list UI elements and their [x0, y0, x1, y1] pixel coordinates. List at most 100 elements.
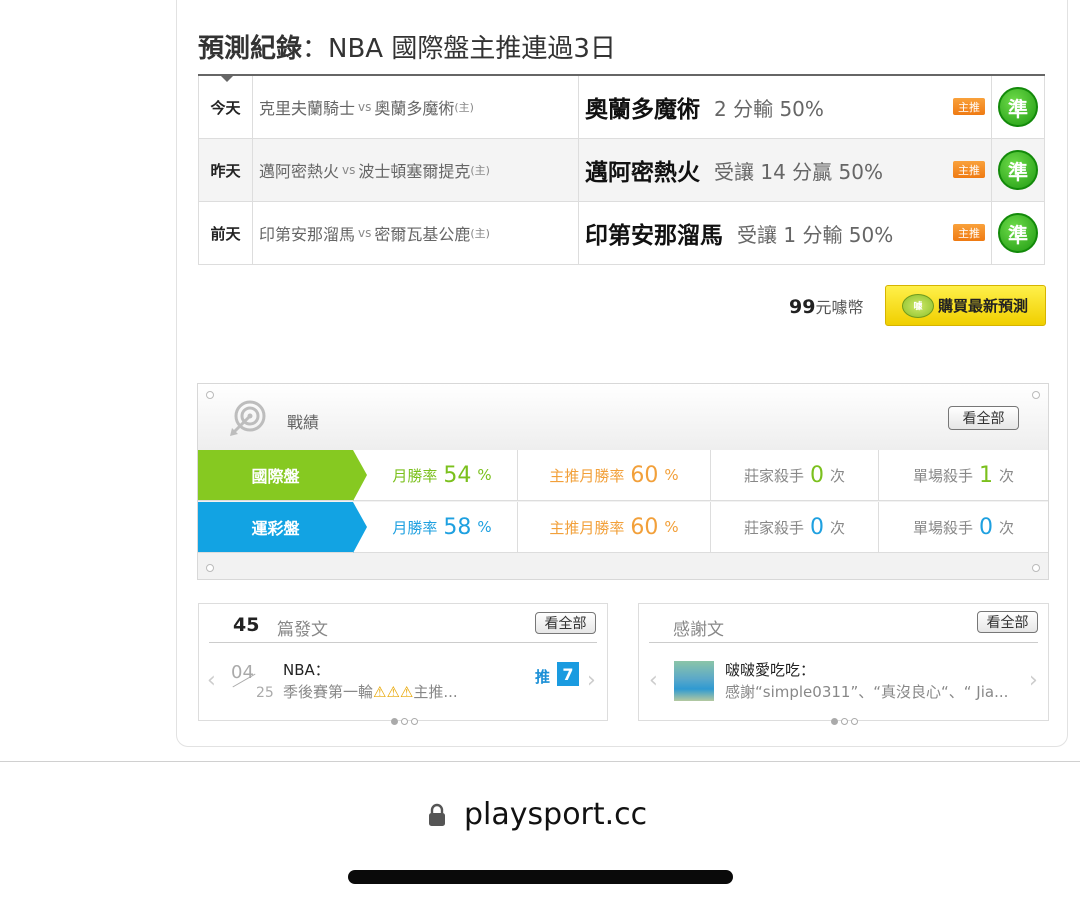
record-label-text: 運彩盤	[251, 519, 300, 538]
pick-detail: 2 分輸 50%	[714, 96, 824, 121]
away-team: 印第安那溜馬	[259, 225, 356, 244]
record-view-all-button[interactable]: 看全部	[948, 406, 1019, 430]
banker-killer: 莊家殺手 0 次	[711, 502, 879, 552]
page-title: 預測紀錄：NBA 國際盤主推連過3日	[198, 28, 616, 65]
price-label: 99元噱幣	[789, 294, 863, 318]
record-row-international: 國際盤 月勝率 54% 主推月勝率 60% 莊家殺手 0 次 單場殺手 1 次	[198, 450, 1048, 501]
address-bar-url[interactable]: playsport.cc	[464, 797, 647, 832]
pct-unit: %	[664, 518, 679, 536]
single-label: 單場殺手	[912, 518, 973, 537]
away-team: 克里夫蘭騎士	[259, 99, 356, 118]
left-margin	[0, 0, 176, 760]
vs-label: vs	[358, 226, 372, 240]
prediction-pick: 印第安那溜馬 受讓 1 分輸 50% 主推	[579, 202, 992, 264]
prediction-result: 準	[992, 202, 1044, 264]
browser-bottom-bar	[0, 762, 1080, 906]
correct-badge-icon: 準	[998, 150, 1038, 190]
record-label: 運彩盤	[198, 502, 367, 553]
pager-dot-icon[interactable]	[411, 718, 418, 725]
main-month-win-rate: 主推月勝率 60%	[518, 450, 711, 500]
banker-killer: 莊家殺手 0 次	[711, 450, 879, 500]
buy-button-label: 購買最新預測	[938, 297, 1029, 315]
main-pick-badge: 主推	[953, 161, 985, 178]
prediction-match[interactable]: 邁阿密熱火 vs 波士頓塞爾提克 (主)	[253, 139, 579, 201]
pager-dot-icon[interactable]	[401, 718, 408, 725]
pct-unit: %	[477, 466, 492, 484]
coin-icon: 噱	[902, 293, 934, 318]
main-win-value: 60	[630, 514, 659, 540]
thanks-view-all-button[interactable]: 看全部	[977, 611, 1038, 633]
record-panel: 戰績 看全部 國際盤 月勝率 54% 主推月勝率 60% 莊家殺手 0 次 單場殺手 1 次…	[197, 383, 1049, 580]
record-title: 戰績	[287, 413, 320, 432]
prediction-day: 今天	[199, 76, 253, 138]
prediction-day: 昨天	[199, 139, 253, 201]
times-unit: 次	[830, 466, 846, 485]
chevron-right-icon[interactable]: ›	[1029, 668, 1038, 693]
chevron-right-icon[interactable]: ›	[587, 668, 596, 693]
times-unit: 次	[999, 518, 1015, 537]
home-indicator[interactable]	[348, 870, 733, 884]
record-row-sports-lottery: 運彩盤 月勝率 58% 主推月勝率 60% 莊家殺手 0 次 單場殺手 0 次	[198, 502, 1048, 553]
prediction-match[interactable]: 印第安那溜馬 vs 密爾瓦基公鹿 (主)	[253, 202, 579, 264]
prediction-match[interactable]: 克里夫蘭騎士 vs 奧蘭多魔術 (主)	[253, 76, 579, 138]
post-subtitle-prefix: 季後賽第一輪	[283, 683, 374, 701]
posts-view-all-button[interactable]: 看全部	[535, 612, 596, 634]
corner-dot	[206, 564, 214, 572]
prediction-pick: 奧蘭多魔術 2 分輸 50% 主推	[579, 76, 992, 138]
home-mark: (主)	[470, 164, 490, 177]
post-subtitle[interactable]: 季後賽第一輪⚠⚠⚠主推...	[283, 681, 458, 702]
pick-detail: 受讓 14 分贏 50%	[714, 159, 883, 184]
prediction-result: 準	[992, 76, 1044, 138]
home-team: 波士頓塞爾提克	[358, 162, 471, 181]
thanks-user[interactable]: 啵啵愛吃吃：	[725, 659, 815, 680]
vs-label: vs	[358, 100, 372, 114]
pager-dot-icon[interactable]	[391, 718, 398, 725]
home-mark: (主)	[470, 227, 490, 240]
user-avatar[interactable]	[674, 661, 714, 701]
month-win-value: 54	[443, 462, 472, 488]
posts-header: 45 篇發文 看全部	[209, 604, 597, 643]
thanks-title: 感謝文	[673, 620, 724, 640]
table-pointer-icon	[220, 75, 234, 82]
banker-value: 0	[810, 514, 824, 540]
post-subtitle-suffix: 主推...	[413, 683, 458, 701]
lock-icon	[429, 803, 445, 826]
pick-team: 邁阿密熱火	[585, 160, 700, 186]
record-header: 戰績 看全部	[198, 384, 1048, 451]
post-count-label: 篇發文	[277, 620, 328, 640]
banker-label: 莊家殺手	[743, 466, 804, 485]
posts-pager	[391, 718, 418, 725]
banker-value: 0	[810, 462, 824, 488]
single-killer: 單場殺手 1 次	[879, 450, 1048, 500]
prediction-row: 前天 印第安那溜馬 vs 密爾瓦基公鹿 (主) 印第安那溜馬 受讓 1 分輸 5…	[198, 202, 1045, 265]
single-label: 單場殺手	[912, 466, 973, 485]
banker-label: 莊家殺手	[743, 518, 804, 537]
push-label: 推	[535, 668, 551, 686]
pick-team: 奧蘭多魔術	[585, 97, 700, 123]
chevron-left-icon[interactable]: ‹	[649, 668, 658, 693]
thanks-header: 感謝文 看全部	[649, 604, 1038, 643]
thanks-message[interactable]: 感謝“simple0311”、“真沒良心“、“ Jia...	[725, 681, 1008, 702]
pick-team: 印第安那溜馬	[585, 223, 723, 249]
main-pick-badge: 主推	[953, 98, 985, 115]
buy-prediction-button[interactable]: 噱 購買最新預測	[885, 285, 1046, 326]
away-team: 邁阿密熱火	[259, 162, 340, 181]
prediction-row: 昨天 邁阿密熱火 vs 波士頓塞爾提克 (主) 邁阿密熱火 受讓 14 分贏 5…	[198, 139, 1045, 202]
pct-unit: %	[477, 518, 492, 536]
chevron-left-icon[interactable]: ‹	[207, 668, 216, 693]
post-day: 25	[256, 685, 274, 701]
vs-label: vs	[342, 163, 356, 177]
main-month-win-rate: 主推月勝率 60%	[518, 502, 711, 552]
pager-dot-icon[interactable]	[851, 718, 858, 725]
post-title[interactable]: NBA：	[283, 659, 330, 680]
target-icon	[230, 400, 266, 436]
prediction-result: 準	[992, 139, 1044, 201]
price-value: 99	[789, 296, 816, 318]
pick-detail: 受讓 1 分輸 50%	[737, 222, 894, 247]
pager-dot-icon[interactable]	[831, 718, 838, 725]
page-title-rest: ：NBA 國際盤主推連過3日	[302, 34, 616, 64]
main-win-label: 主推月勝率	[549, 466, 625, 485]
home-team: 奧蘭多魔術	[374, 99, 455, 118]
pager-dot-icon[interactable]	[841, 718, 848, 725]
month-win-value: 58	[443, 514, 472, 540]
